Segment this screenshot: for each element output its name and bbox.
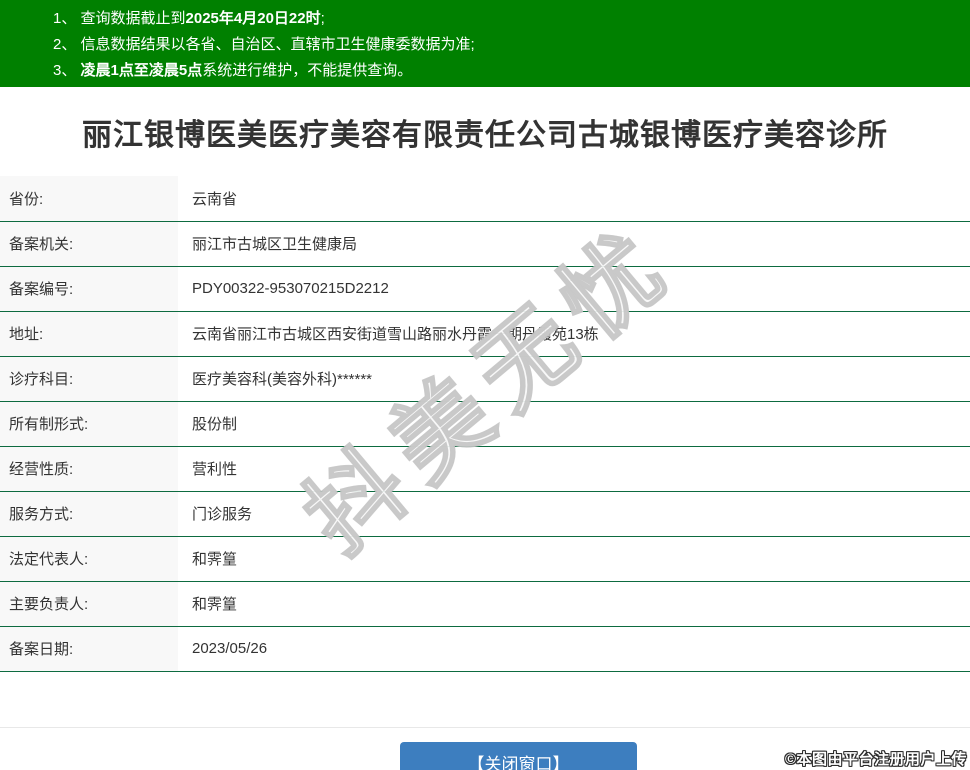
row-label: 备案日期: — [0, 626, 178, 671]
row-value: PDY00322-953070215D2212 — [178, 266, 970, 311]
row-label: 主要负责人: — [0, 581, 178, 626]
table-row: 经营性质:营利性 — [0, 446, 970, 491]
notice-segment-bold: 2025年4月20日22时 — [186, 10, 321, 27]
row-label: 法定代表人: — [0, 536, 178, 581]
copyright-watermark: ©本图由平台注册用户上传 — [785, 748, 967, 769]
info-table: 省份:云南省备案机关:丽江市古城区卫生健康局备案编号:PDY00322-9530… — [0, 176, 970, 672]
table-row: 地址:云南省丽江市古城区西安街道雪山路丽水丹霞一期丹霞苑13栋 — [0, 311, 970, 356]
table-row: 所有制形式:股份制 — [0, 401, 970, 446]
notice-segment-bold: 凌晨1点至凌晨5点 — [81, 62, 203, 79]
row-value: 医疗美容科(美容外科)****** — [178, 356, 970, 401]
notice-list: 1、 查询数据截止到2025年4月20日22时; 2、 信息数据结果以各省、自治区… — [53, 6, 950, 84]
row-value: 营利性 — [178, 446, 970, 491]
page-title: 丽江银博医美医疗美容有限责任公司古城银博医疗美容诊所 — [0, 87, 970, 176]
notice-segment: 1、 查询数据截止到 — [53, 10, 186, 27]
info-table-body: 省份:云南省备案机关:丽江市古城区卫生健康局备案编号:PDY00322-9530… — [0, 176, 970, 671]
row-value: 门诊服务 — [178, 491, 970, 536]
row-label: 所有制形式: — [0, 401, 178, 446]
notice-line: 2、 信息数据结果以各省、自治区、直辖市卫生健康委数据为准; — [53, 32, 950, 58]
row-value: 云南省 — [178, 176, 970, 221]
table-row: 备案编号:PDY00322-953070215D2212 — [0, 266, 970, 311]
table-row: 主要负责人:和霁篁 — [0, 581, 970, 626]
table-row: 诊疗科目:医疗美容科(美容外科)****** — [0, 356, 970, 401]
notice-segment: ; — [321, 10, 325, 27]
notice-segment: 2、 信息数据结果以各省、自治区、直辖市卫生健康委数据为准; — [53, 36, 475, 53]
table-row: 服务方式:门诊服务 — [0, 491, 970, 536]
row-label: 诊疗科目: — [0, 356, 178, 401]
table-row: 省份:云南省 — [0, 176, 970, 221]
footer-divider — [0, 727, 970, 728]
notice-line: 1、 查询数据截止到2025年4月20日22时; — [53, 6, 950, 32]
close-window-button[interactable]: 【关闭窗口】 — [400, 742, 637, 770]
row-label: 备案编号: — [0, 266, 178, 311]
table-row: 备案日期:2023/05/26 — [0, 626, 970, 671]
notice-segment: 3、 — [53, 62, 81, 79]
notice-line: 3、 凌晨1点至凌晨5点系统进行维护，不能提供查询。 — [53, 58, 950, 84]
row-label: 地址: — [0, 311, 178, 356]
notice-segment: 系统进行维护，不能提供查询。 — [202, 62, 412, 79]
row-value: 云南省丽江市古城区西安街道雪山路丽水丹霞一期丹霞苑13栋 — [178, 311, 970, 356]
notice-banner: 1、 查询数据截止到2025年4月20日22时; 2、 信息数据结果以各省、自治区… — [0, 0, 970, 87]
row-value: 和霁篁 — [178, 536, 970, 581]
table-row: 备案机关:丽江市古城区卫生健康局 — [0, 221, 970, 266]
row-value: 2023/05/26 — [178, 626, 970, 671]
table-row: 法定代表人:和霁篁 — [0, 536, 970, 581]
row-label: 备案机关: — [0, 221, 178, 266]
row-value: 股份制 — [178, 401, 970, 446]
row-value: 丽江市古城区卫生健康局 — [178, 221, 970, 266]
row-label: 经营性质: — [0, 446, 178, 491]
row-label: 省份: — [0, 176, 178, 221]
row-value: 和霁篁 — [178, 581, 970, 626]
row-label: 服务方式: — [0, 491, 178, 536]
